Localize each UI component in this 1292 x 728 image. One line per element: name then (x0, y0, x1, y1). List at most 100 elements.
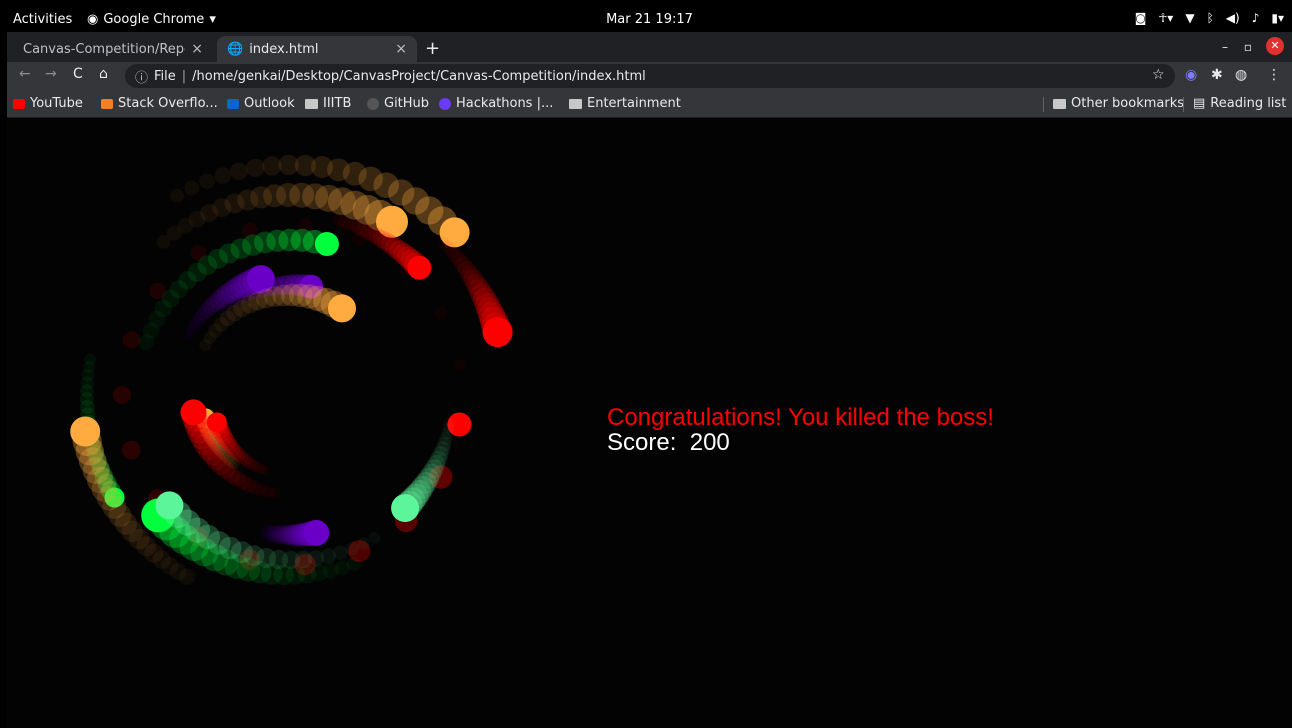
home-icon[interactable]: ⌂ (99, 66, 108, 82)
back-icon[interactable]: ← (19, 66, 31, 82)
system-top-bar: Activities ◉ Google Chrome ▾ Mar 21 19:1… (7, 8, 1292, 32)
trail-segment (241, 222, 258, 239)
forward-icon[interactable]: → (45, 66, 57, 82)
bookmark-star-icon[interactable]: ☆ (1152, 67, 1165, 83)
restore-icon[interactable]: ▫ (1244, 40, 1252, 54)
trail-segment (214, 167, 232, 184)
microphone-icon[interactable]: ♪ (1252, 11, 1260, 25)
divider: | (181, 68, 187, 84)
bookmark-hackathons[interactable]: Hackathons |... (439, 96, 553, 111)
app-menu[interactable]: ◉ Google Chrome ▾ (87, 12, 216, 27)
bookmarks-bar: YouTube Stack Overflo... Outlook IIITB GitHu… (7, 90, 1292, 118)
folder-icon (305, 98, 318, 109)
puzzle-icon[interactable]: ✱ (1211, 67, 1223, 83)
trail-segment (357, 537, 370, 551)
tab-title: index.html (249, 41, 319, 57)
tab-strip: Canvas-Competition/Repo × 🌐 index.html ×… (7, 32, 1292, 62)
site-favicon-icon (439, 97, 451, 110)
tab-repo[interactable]: Canvas-Competition/Repo × (13, 36, 213, 62)
discord-icon[interactable]: ◙ (1135, 11, 1147, 25)
reading-list-button[interactable]: ▤ Reading list (1193, 96, 1286, 111)
bookmark-label: Reading list (1210, 96, 1287, 111)
bookmark-outlook[interactable]: Outlook (227, 96, 295, 111)
score-line: Score: 200 (607, 430, 994, 455)
trail-segment (297, 218, 313, 233)
info-icon[interactable]: ⓘ (135, 67, 148, 86)
bookmark-label: Stack Overflo... (118, 96, 218, 111)
score-value: 200 (689, 429, 730, 456)
screen: Activities ◉ Google Chrome ▾ Mar 21 19:1… (7, 8, 1292, 728)
profile-avatar-icon[interactable]: ◍ (1235, 67, 1247, 83)
system-tray[interactable]: ◙ ☥▾ ▼ ᛒ ◀) ♪ ▮▾ (1135, 11, 1284, 25)
accessibility-icon[interactable]: ☥▾ (1158, 11, 1173, 25)
bluetooth-icon[interactable]: ᛒ (1207, 11, 1214, 25)
bookmark-label: Entertainment (587, 96, 681, 111)
url-text[interactable]: /home/genkai/Desktop/CanvasProject/Canva… (192, 69, 646, 84)
activities-button[interactable]: Activities (13, 12, 72, 27)
bookmark-stackoverflow[interactable]: Stack Overflo... (101, 96, 218, 111)
tab-index-html[interactable]: 🌐 index.html × (217, 36, 417, 62)
extension-icon[interactable]: ◉ (1185, 67, 1197, 83)
projectile-trail (259, 519, 330, 547)
site-favicon-icon (367, 97, 379, 110)
wifi-icon[interactable]: ▼ (1185, 11, 1194, 25)
score-label: Score: (607, 429, 677, 456)
bookmark-github[interactable]: GitHub (367, 96, 429, 111)
projectile-ball (328, 294, 356, 323)
trail-segment (368, 531, 381, 544)
close-tab-icon[interactable]: × (395, 41, 407, 57)
congratulations-text: Congratulations! You killed the boss! (607, 404, 994, 431)
reading-list-icon: ▤ (1193, 96, 1206, 111)
bookmark-youtube[interactable]: YouTube (13, 96, 83, 111)
projectile-trail (438, 237, 513, 348)
trail-segment (121, 440, 141, 460)
bookmark-label: IIITB (323, 96, 352, 111)
bookmark-label: YouTube (30, 96, 83, 111)
battery-icon[interactable]: ▮▾ (1271, 11, 1284, 25)
tab-title: Canvas-Competition/Repo (23, 41, 186, 57)
browser-toolbar: ← → C ⌂ ⓘ File | /home/genkai/Desktop/Ca… (7, 62, 1292, 90)
app-name: Google Chrome (103, 12, 205, 27)
volume-icon[interactable]: ◀) (1226, 11, 1240, 25)
folder-icon (569, 98, 582, 109)
trail-segment (352, 231, 367, 246)
bookmark-folder-other[interactable]: Other bookmarks (1053, 96, 1184, 111)
clock[interactable]: Mar 21 19:17 (606, 12, 693, 27)
new-tab-button[interactable]: + (425, 38, 440, 59)
trail-segment (434, 306, 448, 320)
close-window-icon[interactable]: ✕ (1266, 37, 1284, 55)
bookmark-label: GitHub (384, 96, 430, 111)
site-favicon-icon (227, 98, 239, 109)
minimize-icon[interactable]: – (1222, 40, 1228, 54)
trail-segment (399, 262, 413, 276)
security-label: File (154, 68, 176, 84)
folder-icon (1053, 98, 1066, 109)
page-viewport: Congratulations! You killed the boss! Sc… (7, 119, 1292, 728)
trail-segment (184, 180, 200, 196)
bookmark-folder-entertainment[interactable]: Entertainment (569, 96, 681, 111)
reload-icon[interactable]: C (73, 66, 83, 82)
bookmark-label: Hackathons |... (456, 96, 554, 111)
projectile-ball (303, 519, 330, 546)
close-tab-icon[interactable]: × (191, 41, 203, 57)
game-over-message: Congratulations! You killed the boss! Sc… (607, 405, 994, 455)
site-favicon-icon (101, 98, 113, 109)
trail-segment (113, 386, 131, 404)
projectile-ball (391, 494, 420, 523)
projectile-ball (155, 491, 184, 520)
site-favicon-icon (13, 98, 25, 109)
projectile-ball (314, 232, 339, 256)
address-bar[interactable]: ⓘ File | /home/genkai/Desktop/CanvasProj… (125, 64, 1175, 88)
bookmark-folder-iiitb[interactable]: IIITB (305, 96, 351, 111)
trail-segment (170, 188, 184, 203)
bookmarks-divider (1043, 97, 1044, 112)
trail-segment (190, 245, 207, 261)
trail-segment (230, 162, 248, 180)
projectile-ball (206, 412, 227, 433)
chevron-down-icon: ▾ (209, 12, 216, 27)
bookmark-label: Outlook (244, 96, 295, 111)
trail-segment (453, 359, 466, 372)
trail-segment (122, 331, 140, 349)
bookmarks-divider (1183, 97, 1184, 112)
menu-kebab-icon[interactable]: ⋮ (1267, 67, 1281, 83)
